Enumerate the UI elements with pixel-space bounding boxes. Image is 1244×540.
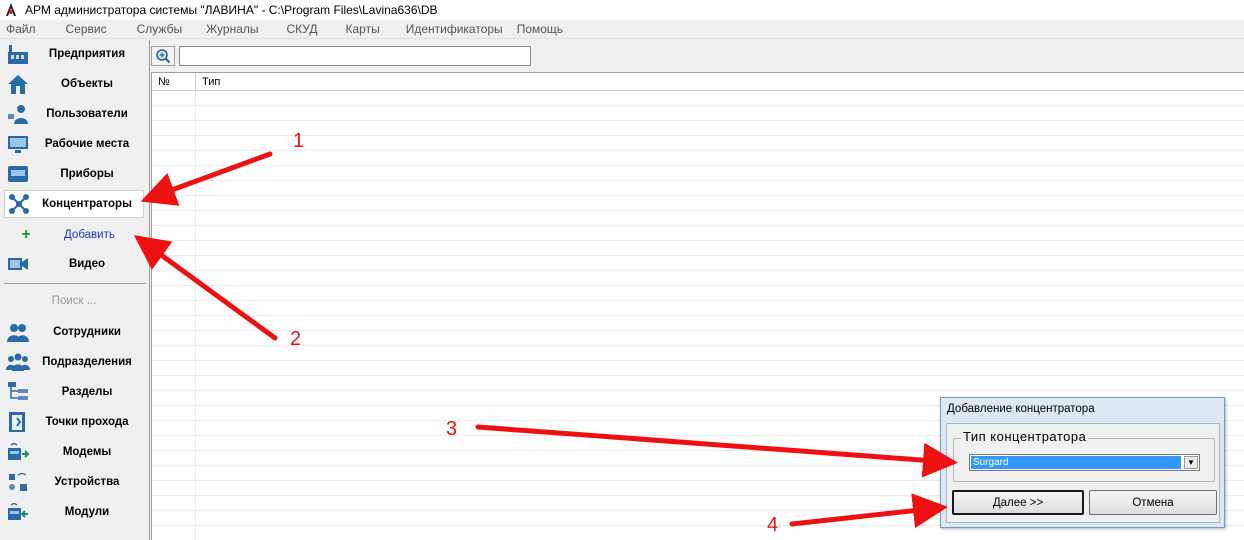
app-icon	[6, 3, 16, 16]
hub-type-label: Тип концентратора	[961, 429, 1089, 444]
sidebar-item-label: Рабочие места	[44, 138, 130, 150]
annotation-label-1: 1	[293, 130, 305, 152]
sidebar-item-modules[interactable]: Модули	[4, 498, 144, 526]
annotation-label-3: 3	[446, 418, 458, 440]
sidebar-item-equipment[interactable]: Устройства	[4, 468, 144, 496]
grid-column-divider	[195, 91, 196, 540]
modem-icon	[8, 442, 30, 460]
video-icon	[8, 258, 28, 270]
sidebar-item-label: Модули	[64, 506, 110, 518]
departments-icon	[6, 353, 30, 371]
column-header-number[interactable]: №	[152, 73, 196, 91]
sidebar-item-sections[interactable]: Разделы	[4, 378, 144, 406]
title-bar: АРМ администратора системы "ЛАВИНА" - C:…	[0, 0, 1244, 20]
sidebar: Предприятия Объекты Пользователи Рабочие…	[0, 40, 150, 540]
sidebar-item-hubs[interactable]: Концентраторы	[4, 190, 144, 218]
add-link[interactable]: Добавить	[64, 229, 115, 241]
sidebar-item-label: Модемы	[62, 446, 112, 458]
menu-identifiers[interactable]: Идентификаторы	[406, 22, 511, 36]
sidebar-divider	[4, 283, 146, 284]
hub-type-value: Surgard	[971, 456, 1181, 469]
menu-file[interactable]: Файл	[6, 22, 44, 36]
device-icon	[8, 166, 28, 182]
add-hub-dialog: Добавление концентратора Тип концентрато…	[940, 397, 1225, 528]
chevron-down-icon[interactable]: ▼	[1184, 456, 1198, 469]
sidebar-item-workplaces[interactable]: Рабочие места	[4, 130, 144, 158]
sidebar-item-access-points[interactable]: Точки прохода	[4, 408, 144, 436]
sidebar-item-label: Пользователи	[46, 108, 128, 120]
toolbar	[151, 40, 1244, 68]
sidebar-item-users[interactable]: Пользователи	[4, 100, 144, 128]
annotation-label-4: 4	[767, 514, 779, 536]
column-header-type[interactable]: Тип	[196, 73, 1244, 91]
sidebar-item-label: Разделы	[61, 386, 113, 398]
sidebar-item-label: Приборы	[60, 168, 114, 180]
sidebar-search-label[interactable]: Поиск ...	[4, 290, 144, 312]
sidebar-item-label: Объекты	[61, 78, 113, 90]
employees-icon	[7, 324, 29, 342]
sections-icon	[8, 382, 28, 400]
menu-services[interactable]: Службы	[137, 22, 190, 36]
user-icon	[8, 105, 28, 124]
window-title: АРМ администратора системы "ЛАВИНА" - C:…	[25, 3, 438, 17]
house-icon	[8, 75, 28, 94]
sidebar-item-label: Подразделения	[42, 356, 132, 368]
sidebar-add-hub[interactable]: + Добавить	[4, 224, 144, 246]
magnifier-icon	[156, 49, 171, 64]
menu-journals[interactable]: Журналы	[206, 22, 266, 36]
annotation-label-2: 2	[290, 328, 302, 350]
search-input[interactable]	[179, 46, 531, 66]
menu-skud[interactable]: СКУД	[287, 22, 326, 36]
dialog-body: Тип концентратора Surgard ▼ Далее >> Отм…	[946, 423, 1220, 523]
sidebar-item-devices[interactable]: Приборы	[4, 160, 144, 188]
sidebar-item-label: Сотрудники	[53, 326, 121, 338]
factory-icon	[8, 45, 28, 64]
sidebar-item-employees[interactable]: Сотрудники	[4, 318, 144, 346]
hub-type-select[interactable]: Surgard ▼	[969, 454, 1200, 471]
door-icon	[9, 412, 25, 432]
sidebar-item-label: Концентраторы	[42, 198, 132, 210]
plus-icon: +	[21, 226, 31, 243]
menu-maps[interactable]: Карты	[346, 22, 388, 36]
sidebar-item-video[interactable]: Видео	[4, 250, 144, 278]
dialog-title: Добавление концентратора	[947, 403, 1095, 415]
hub-icon	[9, 194, 29, 214]
module-icon	[8, 502, 28, 520]
next-button[interactable]: Далее >>	[952, 490, 1084, 515]
zoom-button[interactable]	[151, 46, 175, 66]
menu-service[interactable]: Сервис	[66, 22, 115, 36]
monitor-icon	[8, 136, 28, 153]
sidebar-item-enterprises[interactable]: Предприятия	[4, 40, 144, 68]
sidebar-item-label: Точки прохода	[45, 416, 129, 428]
devices-icon	[9, 472, 27, 491]
sidebar-item-label: Видео	[68, 258, 106, 270]
sidebar-item-label: Предприятия	[48, 48, 126, 60]
grid-header: № Тип	[152, 73, 1244, 91]
menu-bar: Файл Сервис Службы Журналы СКУД Карты Ид…	[0, 20, 1244, 39]
sidebar-item-label: Устройства	[54, 476, 120, 488]
menu-help[interactable]: Помощь	[517, 22, 571, 36]
sidebar-item-objects[interactable]: Объекты	[4, 70, 144, 98]
sidebar-item-departments[interactable]: Подразделения	[4, 348, 144, 376]
sidebar-item-modems[interactable]: Модемы	[4, 438, 144, 466]
cancel-button[interactable]: Отмена	[1089, 490, 1217, 515]
